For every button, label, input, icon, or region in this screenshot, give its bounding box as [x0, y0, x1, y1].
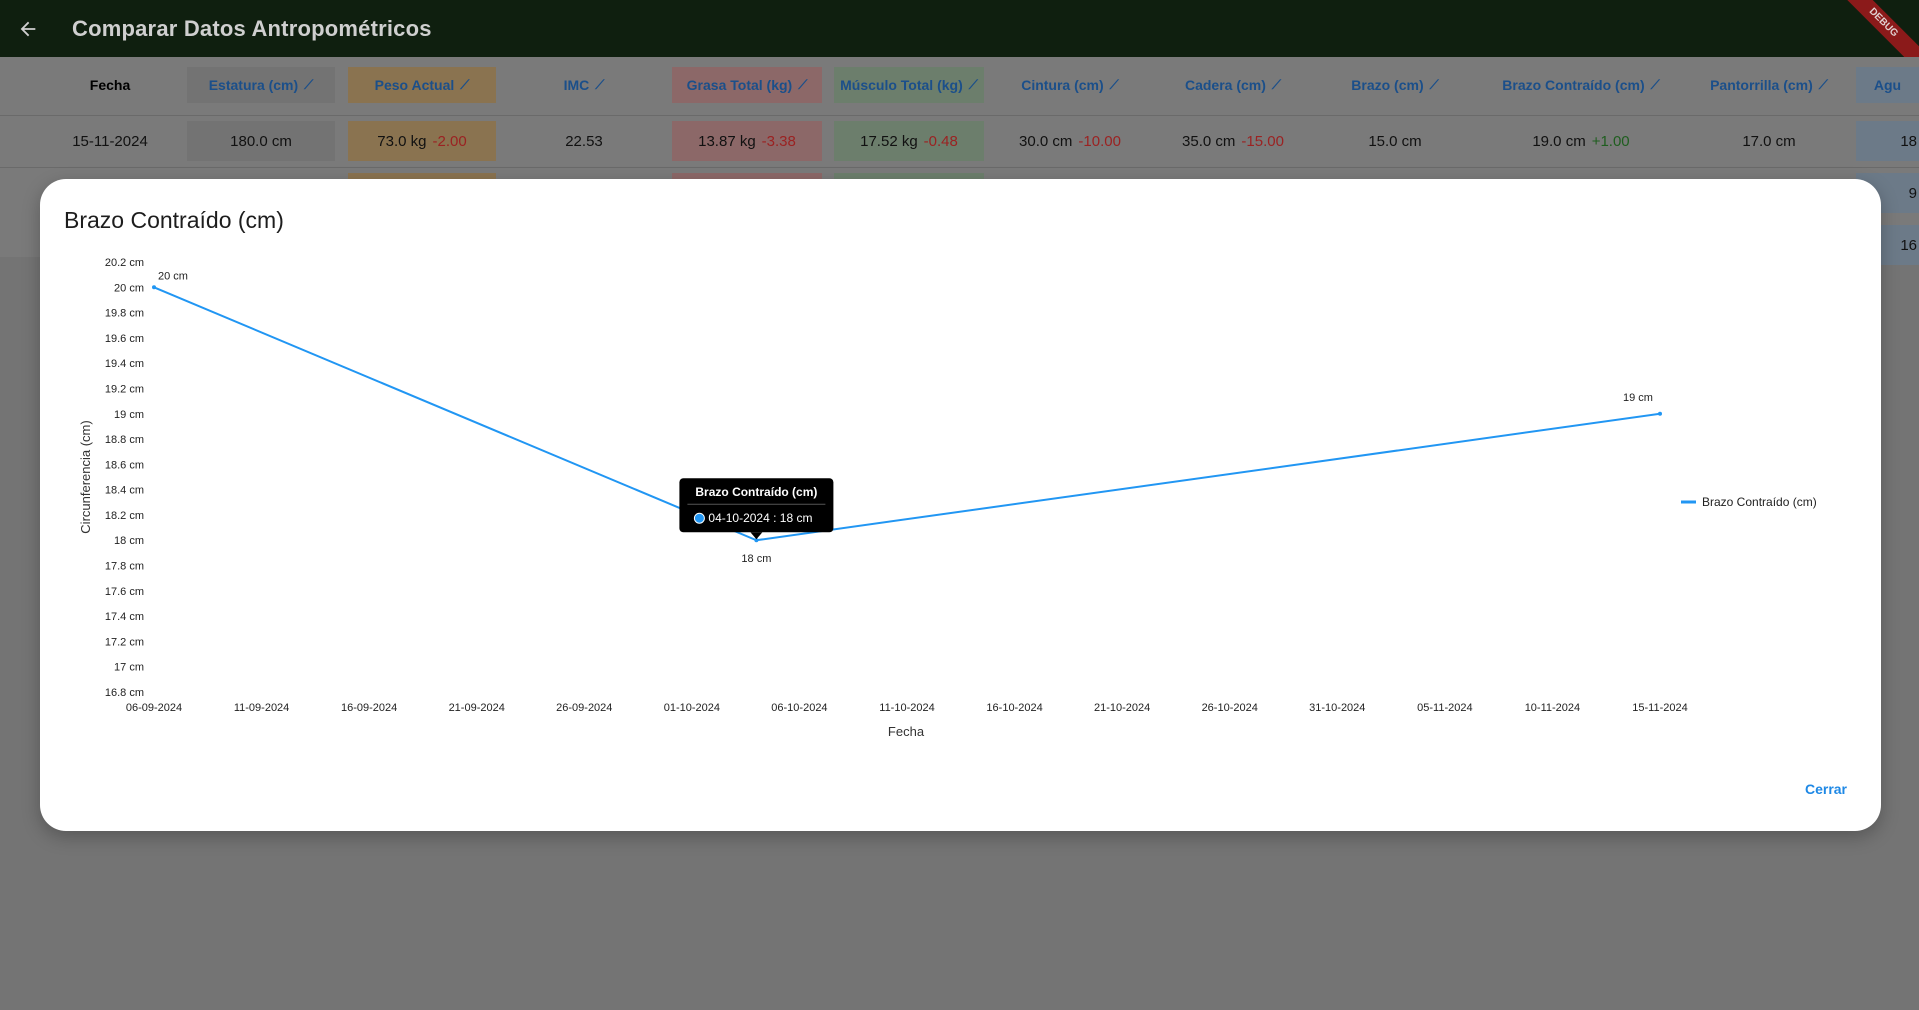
- trend-icon[interactable]: ⟋: [1110, 77, 1119, 93]
- y-tick-label: 18.2 cm: [105, 510, 144, 522]
- arrow-back-icon: [20, 21, 36, 36]
- y-tick-label: 19.8 cm: [105, 308, 144, 320]
- y-tick-label: 17.8 cm: [105, 561, 144, 573]
- column-header-fecha[interactable]: Fecha: [55, 67, 165, 103]
- column-header-estatura[interactable]: Estatura (cm) ⟋: [187, 67, 335, 103]
- x-tick-label: 26-10-2024: [1202, 702, 1258, 714]
- cell-agu: 18: [1856, 121, 1919, 161]
- trend-icon[interactable]: ⟋: [1272, 77, 1281, 93]
- app-bar: Comparar Datos Antropométricos DEBUG: [0, 0, 1919, 79]
- y-tick-label: 16.8 cm: [105, 687, 144, 699]
- cell-peso: 73.0 kg -2.00: [348, 121, 496, 161]
- y-axis-title: Circunferencia (cm): [78, 420, 93, 533]
- cell-imc: 22.53: [565, 132, 603, 150]
- column-header-agu[interactable]: Agu: [1856, 67, 1919, 103]
- y-tick-label: 19 cm: [114, 409, 144, 421]
- back-button[interactable]: [0, 0, 56, 57]
- trend-icon[interactable]: ⟋: [304, 77, 313, 93]
- chart-dialog: Brazo Contraído (cm) 20.2 cm 20 cm 19.8 cm…: [40, 179, 1881, 831]
- y-tick-label: 19.2 cm: [105, 383, 144, 395]
- column-header-cintura[interactable]: Cintura (cm) ⟋: [995, 67, 1145, 103]
- column-header-grasa[interactable]: Grasa Total (kg) ⟋: [672, 67, 822, 103]
- tooltip-marker: [693, 512, 705, 524]
- cell-fecha: 15-11-2024: [72, 132, 148, 150]
- trend-icon[interactable]: ⟋: [1819, 77, 1828, 93]
- column-header-imc[interactable]: IMC ⟋: [510, 67, 658, 103]
- x-tick-label: 06-10-2024: [771, 702, 827, 714]
- trend-icon[interactable]: ⟋: [1651, 77, 1660, 93]
- y-tick-label: 19.4 cm: [105, 358, 144, 370]
- line-chart: 20.2 cm 20 cm 19.8 cm 19.6 cm 19.4 cm 19.2 cm…: [78, 257, 1817, 739]
- x-tick-label: 16-10-2024: [986, 702, 1042, 714]
- x-tick-label: 21-10-2024: [1094, 702, 1150, 714]
- x-tick-label: 15-11-2024: [1632, 702, 1687, 714]
- y-tick-label: 18.4 cm: [105, 485, 144, 497]
- y-tick-label: 19.6 cm: [105, 333, 144, 345]
- trend-icon[interactable]: ⟋: [460, 77, 469, 93]
- table-row: 15-11-2024 180.0 cm 73.0 kg -2.00 22.53 1…: [0, 115, 1919, 167]
- trend-icon[interactable]: ⟋: [798, 77, 807, 93]
- column-header-musculo[interactable]: Músculo Total (kg) ⟋: [834, 67, 984, 103]
- y-tick-label: 17 cm: [114, 662, 144, 674]
- column-header-brazo-contraido[interactable]: Brazo Contraído (cm) ⟋: [1483, 67, 1679, 103]
- y-tick-label: 20.2 cm: [105, 257, 144, 269]
- data-point: [152, 285, 156, 290]
- y-tick-label: 17.6 cm: [105, 586, 144, 598]
- y-tick-label: 17.2 cm: [105, 636, 144, 648]
- x-tick-label: 21-09-2024: [449, 702, 505, 714]
- x-tick-label: 05-11-2024: [1417, 702, 1472, 714]
- column-header-peso[interactable]: Peso Actual ⟋: [348, 67, 496, 103]
- data-point: [1658, 411, 1662, 416]
- data-label: 18 cm: [741, 553, 771, 565]
- x-tick-label: 01-10-2024: [664, 702, 720, 714]
- y-tick-label: 20 cm: [114, 282, 144, 294]
- x-axis-title: Fecha: [888, 724, 925, 739]
- cell-estatura: 180.0 cm: [187, 121, 335, 161]
- x-tick-label: 11-09-2024: [234, 702, 289, 714]
- x-tick-label: 11-10-2024: [879, 702, 934, 714]
- cell-pantorrilla: 17.0 cm: [1742, 132, 1796, 150]
- y-tick-label: 18.8 cm: [105, 434, 144, 446]
- x-tick-label: 26-09-2024: [556, 702, 612, 714]
- x-tick-label: 10-11-2024: [1525, 702, 1580, 714]
- cell-brazo-contraido: 19.0 cm +1.00: [1532, 132, 1630, 150]
- cell-brazo: 15.0 cm: [1368, 132, 1422, 150]
- y-tick-label: 18 cm: [114, 535, 144, 547]
- column-header-cadera[interactable]: Cadera (cm) ⟋: [1158, 67, 1308, 103]
- cell-grasa: 13.87 kg -3.38: [672, 121, 822, 161]
- trend-icon[interactable]: ⟋: [595, 77, 604, 93]
- cell-cintura: 30.0 cm -10.00: [1019, 132, 1121, 150]
- data-label: 19 cm: [1623, 392, 1653, 404]
- trend-icon[interactable]: ⟋: [1430, 77, 1439, 93]
- y-tick-label: 18.6 cm: [105, 459, 144, 471]
- cell-musculo: 17.52 kg -0.48: [834, 121, 984, 161]
- tooltip-text: 04-10-2024 : 18 cm: [708, 511, 812, 525]
- column-header-pantorrilla[interactable]: Pantorrilla (cm) ⟋: [1694, 67, 1844, 103]
- x-tick-label: 06-09-2024: [126, 702, 182, 714]
- page-title: Comparar Datos Antropométricos: [72, 15, 432, 41]
- x-tick-label: 31-10-2024: [1309, 702, 1365, 714]
- cell-cadera: 35.0 cm -15.00: [1182, 132, 1284, 150]
- data-label: 20 cm: [158, 270, 188, 282]
- x-tick-label: 16-09-2024: [341, 702, 397, 714]
- trend-icon[interactable]: ⟋: [969, 77, 978, 93]
- tooltip-title: Brazo Contraído (cm): [695, 485, 817, 499]
- legend-label: Brazo Contraído (cm): [1702, 495, 1817, 509]
- y-tick-label: 17.4 cm: [105, 611, 144, 623]
- column-header-brazo[interactable]: Brazo (cm) ⟋: [1320, 67, 1470, 103]
- series-line: [153, 286, 1661, 542]
- close-button[interactable]: Cerrar: [1799, 777, 1853, 801]
